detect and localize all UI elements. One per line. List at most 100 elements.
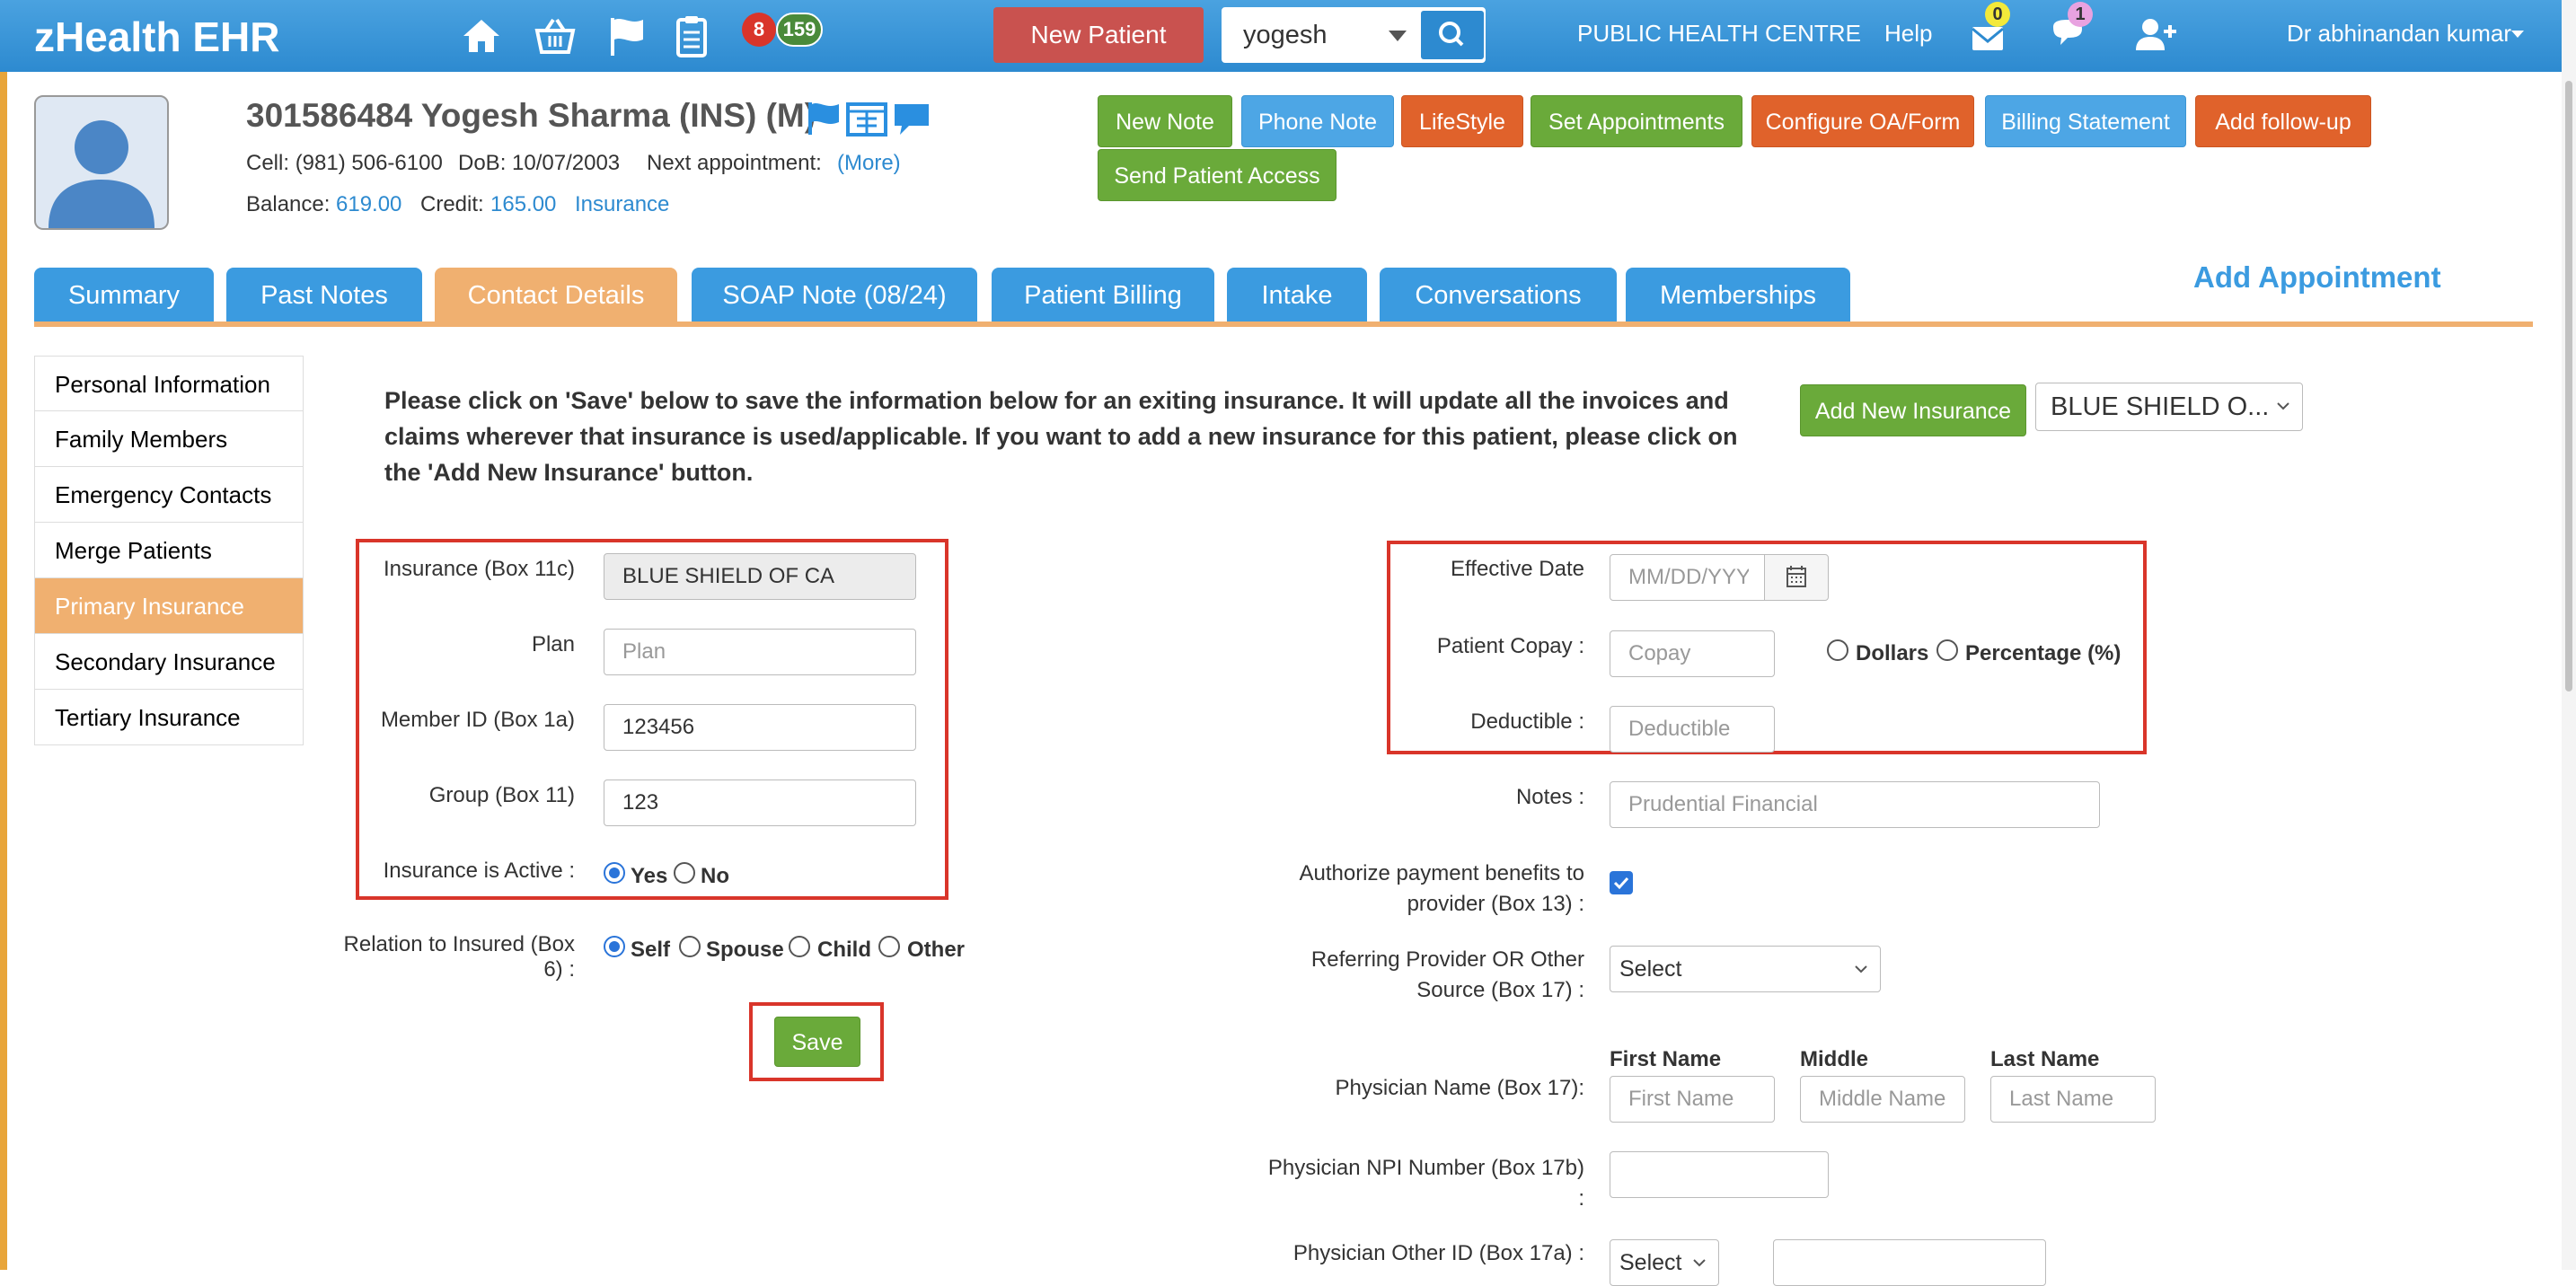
- insurance-active-label: Insurance is Active :: [383, 859, 575, 883]
- group-label: Group (Box 11): [428, 783, 575, 807]
- flag-icon[interactable]: [805, 101, 842, 137]
- patient-dob: DoB: 10/07/2003: [458, 151, 621, 175]
- sidebar-item-primary-insurance[interactable]: Primary Insurance: [34, 578, 304, 634]
- patient-avatar: [34, 95, 169, 230]
- new-patient-button[interactable]: New Patient: [993, 7, 1204, 63]
- relation-spouse-radio[interactable]: [679, 936, 701, 957]
- caret-down-icon[interactable]: [2510, 27, 2526, 41]
- lifestyle-button[interactable]: LifeStyle: [1401, 95, 1523, 147]
- last-name-heading: Last Name: [1990, 1047, 2100, 1071]
- more-link[interactable]: (More): [837, 151, 901, 176]
- sidebar-item-tertiary-insurance[interactable]: Tertiary Insurance: [34, 690, 304, 745]
- home-icon[interactable]: [458, 13, 505, 59]
- tab-intake[interactable]: Intake: [1227, 268, 1367, 323]
- physician-first-name-field[interactable]: [1610, 1076, 1775, 1123]
- tab-soap-note[interactable]: SOAP Note (08/24): [692, 268, 977, 323]
- balance-value[interactable]: 619.00: [336, 192, 401, 217]
- deductible-field[interactable]: [1610, 706, 1775, 753]
- notes-label: Notes :: [1515, 785, 1584, 809]
- relation-label: Relation to Insured (Box 6) :: [343, 932, 575, 982]
- active-no-label: No: [701, 864, 729, 888]
- checkmark-icon: [1613, 876, 1629, 890]
- notification-badge-green[interactable]: 159: [776, 13, 823, 47]
- clipboard-icon[interactable]: [668, 13, 715, 59]
- tab-patient-billing[interactable]: Patient Billing: [992, 268, 1214, 323]
- search-icon: [1439, 22, 1464, 47]
- copay-percentage-label: Percentage (%): [1965, 641, 2122, 665]
- authorize-checkbox[interactable]: [1610, 871, 1633, 894]
- send-patient-access-button[interactable]: Send Patient Access: [1098, 149, 1337, 201]
- sidebar-item-secondary-insurance[interactable]: Secondary Insurance: [34, 634, 304, 690]
- other-id-field[interactable]: [1773, 1239, 2046, 1286]
- scrollbar-thumb[interactable]: [2565, 81, 2572, 691]
- user-menu[interactable]: Dr abhinandan kumar: [2287, 20, 2511, 48]
- window-edge: [0, 72, 7, 1270]
- physician-middle-name-field[interactable]: [1800, 1076, 1965, 1123]
- authorize-label: Authorize payment benefits to provider (B…: [1299, 861, 1584, 916]
- notes-field[interactable]: [1610, 781, 2100, 828]
- tab-past-notes[interactable]: Past Notes: [226, 268, 422, 323]
- other-id-select-value: Select: [1619, 1250, 1682, 1275]
- basket-icon[interactable]: [532, 13, 578, 59]
- insurance-link[interactable]: Insurance: [575, 192, 669, 217]
- sidebar-item-merge-patients[interactable]: Merge Patients: [34, 523, 304, 578]
- npi-label: Physician NPI Number (Box 17b):: [1267, 1156, 1584, 1211]
- active-yes-label: Yes: [631, 864, 668, 888]
- plan-field[interactable]: [604, 629, 916, 675]
- notification-badge-red[interactable]: 8: [742, 13, 776, 47]
- save-button[interactable]: Save: [774, 1017, 860, 1067]
- copay-field[interactable]: [1610, 630, 1775, 677]
- configure-oa-form-button[interactable]: Configure OA/Form: [1751, 95, 1974, 147]
- physician-last-name-field[interactable]: [1990, 1076, 2156, 1123]
- insurance-field[interactable]: [604, 553, 916, 600]
- copay-percentage-radio[interactable]: [1936, 639, 1958, 661]
- referring-label: Referring Provider OR Other Source (Box 1…: [1310, 947, 1584, 1002]
- tab-contact-details[interactable]: Contact Details: [435, 268, 677, 323]
- active-no-radio[interactable]: [674, 862, 695, 884]
- copay-dollars-radio[interactable]: [1827, 639, 1848, 661]
- date-picker-button[interactable]: [1764, 554, 1829, 601]
- sidebar-item-personal-information[interactable]: Personal Information: [34, 356, 304, 411]
- relation-child-radio[interactable]: [789, 936, 810, 957]
- relation-child-label: Child: [817, 938, 871, 962]
- patient-search-input[interactable]: [1223, 9, 1376, 61]
- other-id-select[interactable]: Select: [1610, 1239, 1719, 1286]
- app-logo[interactable]: zHealth EHR: [34, 13, 279, 61]
- referring-select[interactable]: Select: [1610, 946, 1881, 992]
- credit-value[interactable]: 165.00: [490, 192, 556, 217]
- add-follow-up-button[interactable]: Add follow-up: [2195, 95, 2371, 147]
- tab-summary[interactable]: Summary: [34, 268, 214, 323]
- relation-other-radio[interactable]: [878, 936, 900, 957]
- flag-icon[interactable]: [604, 13, 650, 59]
- first-name-heading: First Name: [1610, 1047, 1722, 1071]
- relation-spouse-label: Spouse: [706, 938, 784, 962]
- help-link[interactable]: Help: [1884, 20, 1932, 48]
- npi-field[interactable]: [1610, 1151, 1829, 1198]
- search-button[interactable]: [1421, 11, 1484, 59]
- patient-title: 301586484 Yogesh Sharma (INS) (M): [246, 97, 816, 134]
- sidebar-item-emergency-contacts[interactable]: Emergency Contacts: [34, 467, 304, 523]
- phone-note-button[interactable]: Phone Note: [1241, 95, 1394, 147]
- active-yes-radio[interactable]: [604, 862, 625, 884]
- group-field[interactable]: [604, 780, 916, 826]
- insurance-select[interactable]: BLUE SHIELD O...: [2035, 383, 2303, 431]
- chevron-down-icon: [2277, 402, 2289, 410]
- set-appointments-button[interactable]: Set Appointments: [1531, 95, 1742, 147]
- tab-memberships[interactable]: Memberships: [1626, 268, 1850, 323]
- add-new-insurance-button[interactable]: Add New Insurance: [1800, 384, 2026, 436]
- new-note-button[interactable]: New Note: [1098, 95, 1232, 147]
- relation-self-radio[interactable]: [604, 936, 625, 957]
- sidebar-item-family-members[interactable]: Family Members: [34, 411, 304, 467]
- calendar-icon[interactable]: [846, 101, 887, 137]
- member-id-field[interactable]: [604, 704, 916, 751]
- billing-statement-button[interactable]: Billing Statement: [1985, 95, 2186, 147]
- effective-date-field[interactable]: [1610, 554, 1768, 601]
- other-id-label: Physician Other ID (Box 17a) :: [1292, 1241, 1584, 1265]
- caret-down-icon[interactable]: [1380, 14, 1416, 56]
- tab-conversations[interactable]: Conversations: [1380, 268, 1617, 323]
- copay-dollars-label: Dollars: [1856, 641, 1929, 665]
- clinic-name[interactable]: PUBLIC HEALTH CENTRE: [1577, 20, 1861, 48]
- add-appointment-link[interactable]: Add Appointment: [2193, 260, 2441, 295]
- comment-icon[interactable]: [893, 101, 931, 137]
- add-user-icon[interactable]: [2132, 13, 2179, 59]
